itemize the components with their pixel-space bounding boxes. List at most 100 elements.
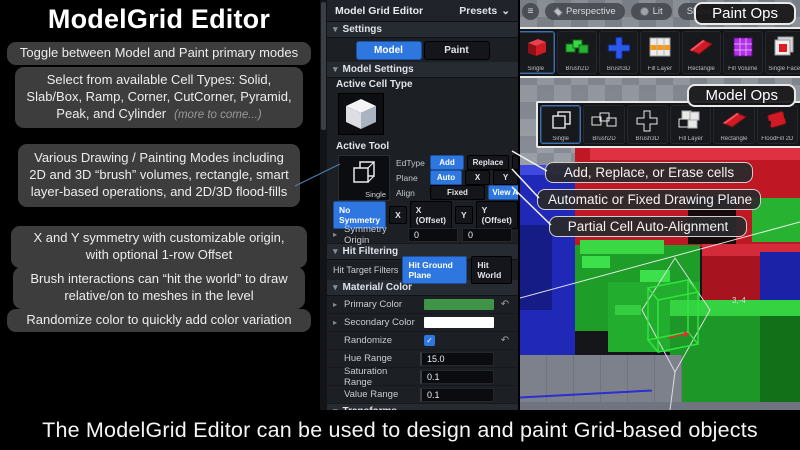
collapse-arrow-icon: ▾ (333, 64, 338, 75)
caption-bar: The ModelGrid Editor can be used to desi… (0, 410, 800, 450)
model-op-fill-layer[interactable]: Fill Layer (670, 105, 711, 144)
value-range-row: Value Range 0.1 (327, 386, 518, 404)
left-annotation-column: ModelGrid Editor Toggle between Model an… (0, 0, 318, 410)
value-range-field[interactable]: 0.1 (420, 388, 494, 402)
paint-op-label: Fill Layer (641, 66, 678, 72)
paint-op-label: Fill Volume (724, 66, 761, 72)
note-drawing-modes: Various Drawing / Painting Modes includi… (18, 144, 300, 207)
mode-model-button[interactable]: Model (356, 41, 422, 60)
paint-op-rectangle[interactable]: Rectangle (682, 31, 721, 74)
collapse-arrow-icon: ▾ (333, 24, 338, 35)
primary-color-swatch[interactable] (424, 299, 494, 310)
expand-arrow-icon: ▸ (333, 300, 340, 309)
saturation-range-row: Saturation Range 0.1 (327, 368, 518, 386)
paint-fill-layer-icon (647, 35, 673, 59)
plane-y-button[interactable]: Y (493, 170, 518, 185)
note-randomize-color: Randomize color to quickly add color var… (7, 309, 311, 332)
active-tool-thumbnail[interactable]: Single (338, 155, 390, 201)
primary-color-label: Primary Color (344, 299, 420, 310)
solid-cube-icon (341, 96, 381, 132)
section-settings[interactable]: ▾ Settings (327, 22, 518, 38)
paint-op-brush2d[interactable]: Brush2D (557, 31, 596, 74)
menu-icon: ≡ (528, 6, 534, 17)
scrollbar-thumb[interactable] (321, 2, 326, 130)
modelgrid-editor-panel: Model Grid Editor Presets ⌄ ▾ Settings M… (320, 0, 518, 410)
symmetry-origin-x-field[interactable]: 0 (408, 228, 458, 242)
paint-op-brush3d[interactable]: Brush3D (599, 31, 638, 74)
model-op-brush3d[interactable]: Brush3D (627, 105, 668, 144)
plane-x-button[interactable]: X (465, 170, 490, 185)
symmetry-origin-y-field[interactable]: 0 (462, 228, 512, 242)
cube-icon (553, 7, 563, 17)
perspective-label: Perspective (566, 6, 616, 17)
paint-ops-row: Single Brush2D Brush3D Fill Layer (520, 27, 800, 78)
lit-label: Lit (653, 6, 663, 17)
note-text: Brush interactions can “hit the world” t… (30, 271, 287, 303)
paint-op-label: Single Face (766, 66, 800, 72)
lit-button[interactable]: Lit (631, 3, 672, 20)
note-aside: (more to come...) (174, 109, 262, 121)
wireframe-cube-icon (339, 156, 389, 192)
symmetry-x-button[interactable]: X (389, 206, 407, 224)
symmetry-x-offset-button[interactable]: X (Offset) (410, 201, 452, 229)
voxel-blue-dark (520, 225, 552, 310)
model-op-rectangle[interactable]: Rectangle (713, 105, 754, 144)
edtype-label: EdType (396, 158, 427, 168)
paint-brush2d-icon (563, 35, 591, 59)
section-model-settings[interactable]: ▾ Model Settings (327, 62, 518, 78)
saturation-range-field[interactable]: 0.1 (420, 370, 494, 384)
paint-op-label: Brush3D (600, 66, 637, 72)
hit-ground-plane-button[interactable]: Hit Ground Plane (402, 256, 467, 284)
voxel-red-top (590, 147, 800, 160)
symmetry-y-offset-button[interactable]: Y (Offset) (476, 201, 518, 229)
paint-op-single-face[interactable]: Single Face (765, 31, 800, 74)
note-text: X and Y symmetry with customizable origi… (34, 230, 285, 262)
voxel-green-hl2 (640, 270, 670, 282)
hue-range-field[interactable]: 15.0 (420, 352, 494, 366)
callout-edtype: Add, Replace, or Erase cells (545, 162, 753, 183)
presets-dropdown[interactable]: Presets ⌄ (459, 5, 510, 17)
plane-auto-button[interactable]: Auto (430, 170, 462, 185)
symmetry-origin-label: Symmetry Origin (344, 224, 404, 246)
model-op-brush2d[interactable]: Brush2D (583, 105, 624, 144)
align-view-aligned-button[interactable]: View Aligned (488, 185, 518, 200)
collapse-arrow-icon: ▾ (333, 282, 338, 293)
model-ops-row: Single Brush2D Brush3D Fill Layer (536, 101, 800, 148)
undo-icon[interactable]: ↶ (498, 299, 512, 310)
primary-color-row: ▸ Primary Color ↶ (327, 296, 518, 314)
section-label: Settings (343, 24, 382, 35)
edtype-add-button[interactable]: Add (430, 155, 464, 170)
secondary-color-label: Secondary Color (344, 317, 420, 328)
randomize-checkbox[interactable]: ✓ (424, 335, 435, 346)
bulb-icon (640, 7, 649, 16)
expand-arrow-icon: ▸ (333, 318, 340, 327)
callout-plane: Automatic or Fixed Drawing Plane (537, 189, 761, 210)
randomize-row: Randomize ✓ ↶ (327, 332, 518, 350)
model-op-floodfill2d[interactable]: FloodFill 2D (757, 105, 798, 144)
voxel-green-hl1 (582, 256, 610, 268)
model-floodfill2d-icon (763, 109, 791, 131)
edtype-replace-button[interactable]: Replace (467, 155, 509, 170)
panel-scrollbar[interactable] (320, 0, 327, 410)
viewport-3d[interactable]: 3,-4 ≡ Perspective Lit Show Single (520, 0, 800, 410)
edtype-erase-button[interactable]: Erase (512, 155, 518, 170)
undo-icon[interactable]: ↶ (498, 335, 512, 346)
model-op-single[interactable]: Single (540, 105, 581, 144)
active-cell-type-thumbnail[interactable] (338, 93, 384, 135)
paint-single-icon (523, 35, 549, 59)
hit-target-filters-label: Hit Target Filters (333, 265, 398, 275)
panel-title: Model Grid Editor (335, 5, 423, 17)
symmetry-y-button[interactable]: Y (455, 206, 473, 224)
menu-button[interactable]: ≡ (522, 3, 539, 20)
align-fixed-button[interactable]: Fixed (430, 185, 485, 200)
paint-op-single[interactable]: Single (520, 31, 555, 74)
paint-single-face-icon (771, 35, 797, 59)
paint-ops-title: Paint Ops (694, 2, 796, 25)
paint-op-fill-layer[interactable]: Fill Layer (640, 31, 679, 74)
secondary-color-swatch[interactable] (424, 317, 494, 328)
mode-paint-button[interactable]: Paint (424, 41, 490, 60)
paint-op-fill-volume[interactable]: Fill Volume (723, 31, 762, 74)
model-brush2d-icon (589, 109, 619, 131)
perspective-button[interactable]: Perspective (545, 3, 625, 20)
hit-world-button[interactable]: Hit World (471, 256, 512, 284)
